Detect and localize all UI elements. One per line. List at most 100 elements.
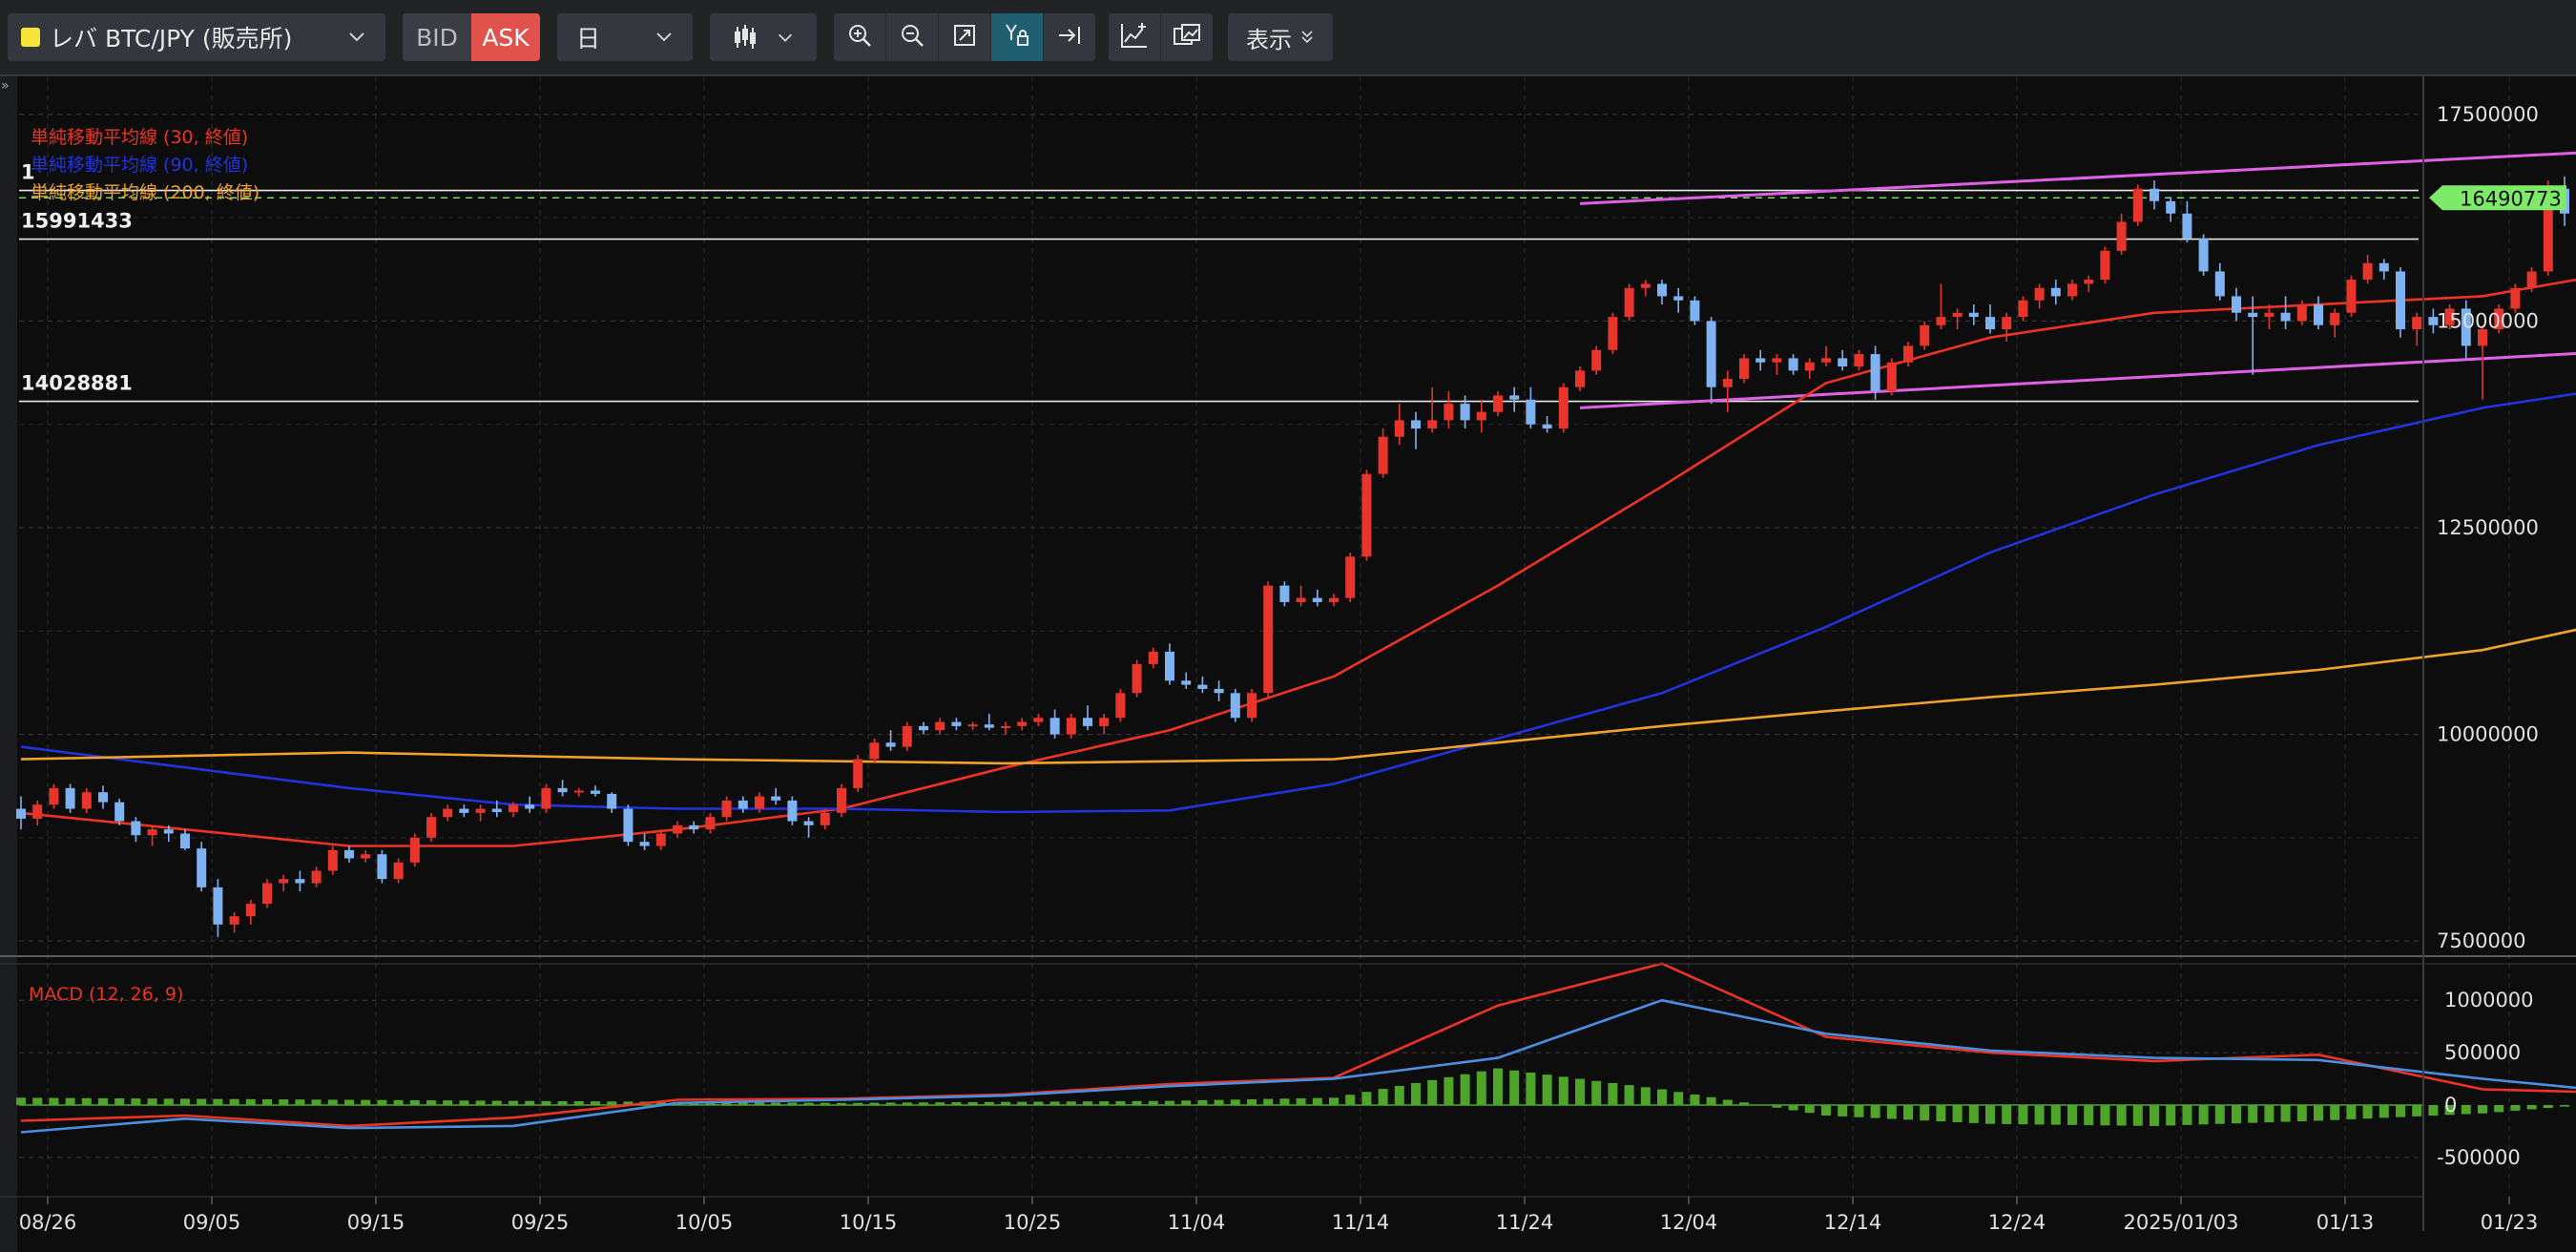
- candle: [1886, 358, 1897, 396]
- macd-histogram-bar: [1165, 1100, 1174, 1105]
- candle-body: [984, 724, 994, 728]
- x-tick-label: 12/14: [1824, 1211, 1882, 1234]
- candle-body: [1312, 597, 1322, 602]
- candle-body: [1214, 688, 1224, 694]
- candle: [1411, 411, 1421, 449]
- macd-histogram-bar: [1690, 1095, 1700, 1105]
- macd-histogram-bar: [2248, 1104, 2258, 1123]
- candle: [1214, 680, 1224, 701]
- candle-body: [49, 787, 59, 805]
- candle: [344, 845, 354, 863]
- macd-histogram-bar: [327, 1099, 338, 1105]
- candle: [737, 796, 748, 813]
- candle: [885, 730, 896, 751]
- candle: [295, 870, 305, 892]
- candle: [1952, 308, 1963, 330]
- macd-histogram-bar: [180, 1098, 190, 1105]
- macd-histogram-bar: [771, 1102, 781, 1105]
- candle-body: [1230, 693, 1240, 719]
- candle: [1049, 709, 1060, 739]
- candle: [1345, 552, 1356, 602]
- candle-body: [1804, 362, 1815, 371]
- x-tick-label: 08/26: [19, 1211, 77, 1234]
- candle: [2396, 267, 2405, 338]
- candle-body: [2510, 287, 2521, 309]
- macd-histogram-bar: [1263, 1098, 1274, 1105]
- candle-body: [1476, 411, 1486, 421]
- candle-body: [967, 724, 978, 727]
- candle-body: [213, 887, 223, 925]
- macd-histogram-bar: [1673, 1092, 1684, 1105]
- macd-histogram-bar: [361, 1099, 371, 1105]
- macd-histogram-bar: [1558, 1076, 1568, 1105]
- signal-line: [20, 998, 2576, 1134]
- macd-histogram-bar: [984, 1101, 994, 1105]
- candle-body: [443, 808, 453, 818]
- candle: [1821, 345, 1831, 367]
- macd-histogram-bar: [837, 1102, 846, 1105]
- macd-histogram-bar: [1968, 1104, 1979, 1123]
- macd-histogram: [16, 1068, 2569, 1126]
- macd-histogram-bar: [1329, 1097, 1339, 1105]
- candle-body: [295, 879, 305, 884]
- candle: [1968, 304, 1979, 325]
- macd-histogram-bar: [591, 1101, 600, 1105]
- macd-histogram-bar: [525, 1100, 535, 1105]
- candle-body: [2116, 221, 2127, 251]
- candle-body: [2002, 317, 2012, 330]
- macd-histogram-bar: [902, 1102, 912, 1105]
- candle-body: [131, 821, 141, 836]
- candle-body: [1049, 718, 1060, 735]
- macd-histogram-bar: [213, 1098, 223, 1105]
- price-level-label: 14028881: [21, 372, 133, 395]
- candle-body: [361, 854, 371, 859]
- candle-body: [885, 742, 896, 747]
- candle: [1033, 713, 1044, 726]
- candle-body: [919, 725, 928, 731]
- candle: [557, 780, 568, 797]
- candle-body: [163, 829, 174, 834]
- candle-body: [1755, 358, 1766, 363]
- candle-body: [673, 824, 682, 834]
- candle-body: [245, 904, 256, 917]
- candle: [2314, 296, 2323, 330]
- candle-body: [1870, 354, 1880, 392]
- macd-histogram-bar: [1608, 1082, 1618, 1105]
- candle: [705, 812, 716, 834]
- candle: [984, 713, 994, 731]
- candle: [607, 792, 617, 813]
- candle-body: [1591, 349, 1602, 371]
- macd-histogram-bar: [1886, 1104, 1897, 1119]
- macd-histogram-bar: [1296, 1097, 1306, 1105]
- candle: [327, 845, 338, 875]
- candle: [311, 866, 322, 887]
- candle: [1197, 676, 1208, 694]
- candle: [2330, 308, 2340, 338]
- candle-body: [229, 916, 239, 925]
- candle-body: [393, 862, 404, 880]
- macd-histogram-bar: [1493, 1068, 1503, 1105]
- macd-histogram-bar: [951, 1102, 962, 1105]
- moving-averages: [20, 278, 2576, 847]
- macd-histogram-bar: [311, 1099, 322, 1105]
- candle-body: [1936, 317, 1946, 325]
- macd-histogram-bar: [295, 1099, 305, 1105]
- candle: [426, 812, 436, 843]
- macd-histogram-bar: [1575, 1078, 1585, 1105]
- macd-histogram-bar: [2084, 1104, 2094, 1126]
- macd-histogram-bar: [98, 1097, 108, 1105]
- candle: [197, 842, 207, 892]
- macd-histogram-bar: [1197, 1099, 1208, 1105]
- candle-body: [803, 821, 814, 825]
- candle: [1673, 287, 1684, 313]
- macd-histogram-bar: [1509, 1070, 1520, 1105]
- candle: [1263, 581, 1274, 698]
- macd-histogram-bar: [1526, 1072, 1536, 1105]
- candle: [869, 738, 880, 763]
- macd-histogram-bar: [2543, 1104, 2553, 1109]
- macd-histogram-bar: [1706, 1096, 1716, 1105]
- macd-histogram-bar: [2116, 1104, 2127, 1126]
- price-chart[interactable]: 11599143314028881 7500000100000001250000…: [0, 0, 2576, 1252]
- macd-histogram-bar: [16, 1097, 26, 1105]
- candle-body: [147, 829, 157, 836]
